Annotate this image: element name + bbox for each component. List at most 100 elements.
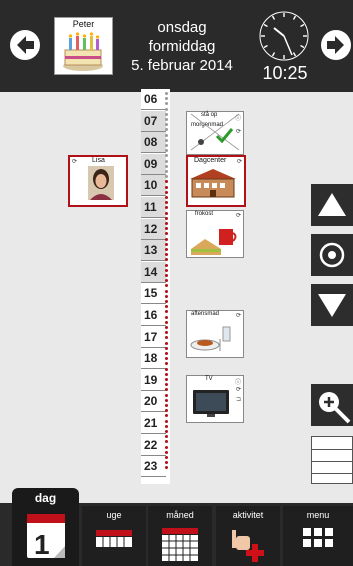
target-icon: [319, 242, 345, 268]
svg-text:1: 1: [34, 529, 50, 560]
progress-dot: [165, 190, 168, 194]
next-day-button[interactable]: [321, 30, 351, 60]
previous-day-button[interactable]: [10, 30, 40, 60]
hour-label: 11: [141, 197, 166, 218]
progress-dot: [165, 456, 168, 459]
progress-dot: [165, 216, 168, 220]
progress-dot: [165, 326, 168, 329]
tab-month[interactable]: måned: [148, 506, 212, 566]
activity-frokost[interactable]: frokost ⟳: [186, 210, 244, 258]
hand-plus-icon: [232, 530, 264, 562]
progress-dot: [165, 112, 168, 116]
progress-dot: [165, 138, 168, 142]
progress-dot: [165, 341, 168, 345]
arrow-right-icon: [327, 36, 344, 54]
date-display: onsdag formiddag 5. februar 2014: [116, 18, 248, 75]
progress-dot: [165, 300, 168, 303]
arrow-up-icon: [318, 193, 346, 216]
hour-label: 16: [141, 305, 166, 326]
progress-dot: [165, 398, 168, 402]
progress-dot: [165, 196, 168, 199]
sandwich-cup-icon: [191, 229, 237, 255]
progress-dot: [165, 164, 168, 168]
weekday-label: onsdag: [157, 19, 207, 36]
progress-dot: [165, 248, 168, 251]
birthday-cake-icon: [63, 32, 103, 71]
tab-menu-label: menu: [306, 510, 330, 520]
hour-label: 09: [141, 153, 166, 175]
digital-time: 10:25: [262, 63, 308, 83]
activity-dagcenter[interactable]: Dagcenter ⟳: [186, 155, 246, 207]
hour-label: 18: [141, 348, 166, 370]
progress-dot: [165, 320, 168, 324]
progress-dot: [165, 118, 168, 121]
progress-dot: [165, 419, 168, 423]
tab-day[interactable]: dag 1: [12, 488, 79, 566]
progress-dot: [165, 315, 168, 319]
progress-dot: [165, 170, 168, 173]
hour-label: 12: [141, 218, 166, 240]
progress-dot: [165, 274, 168, 277]
progress-dot: [165, 294, 168, 298]
activity-aftensmad[interactable]: aftensmad ⟳: [186, 310, 244, 358]
hour-label: 06: [141, 89, 166, 110]
progress-dot: [165, 144, 168, 147]
tab-activity-label: aktivitet: [232, 510, 264, 520]
hour-label: 19: [141, 369, 166, 391]
progress-dot: [165, 289, 168, 293]
hour-label: 17: [141, 326, 166, 348]
bed-check-icon: [190, 113, 240, 151]
part-of-day-label: formiddag: [148, 38, 216, 55]
tab-activity[interactable]: aktivitet: [216, 506, 280, 566]
hour-label: 15: [141, 283, 166, 305]
progress-dot: [165, 424, 168, 428]
profile-card[interactable]: Peter: [54, 17, 113, 75]
day-calendar-icon: 1: [27, 514, 65, 560]
dinner-plate-icon: [190, 326, 231, 351]
hour-label: 07: [141, 110, 166, 132]
person-photo: [88, 166, 114, 200]
hour-label: 10: [141, 175, 166, 197]
month-calendar-icon: [162, 528, 198, 561]
tab-day-label: dag: [34, 491, 57, 505]
list-view-button[interactable]: [311, 436, 353, 484]
progress-dot: [165, 450, 168, 454]
progress-dot: [165, 372, 168, 376]
progress-dot: [165, 92, 168, 95]
activity-lisa[interactable]: Lisa ⟳: [68, 155, 128, 207]
progress-dot: [165, 107, 168, 111]
hour-label: 21: [141, 413, 166, 434]
progress-dot: [165, 404, 168, 407]
television-icon: [193, 390, 229, 417]
tab-week-label: uge: [106, 510, 122, 520]
hour-label: 14: [141, 261, 166, 283]
tab-month-label: måned: [166, 510, 194, 520]
scroll-up-button[interactable]: [311, 184, 353, 226]
zoom-in-icon: [319, 392, 351, 424]
zoom-in-button[interactable]: [311, 384, 353, 426]
progress-dot: [165, 445, 168, 449]
progress-dot: [165, 378, 168, 381]
progress-dot: [165, 133, 168, 137]
activity-tv[interactable]: TV ⓘ ⟳ ⊐: [186, 375, 244, 423]
progress-dot: [165, 211, 168, 215]
arrow-left-icon: [17, 36, 34, 54]
tab-menu[interactable]: menu: [283, 506, 353, 566]
hour-label: 20: [141, 391, 166, 413]
grid-menu-icon: [303, 528, 333, 547]
progress-dot: [165, 263, 168, 267]
progress-dot: [165, 237, 168, 241]
progress-dot: [165, 352, 168, 355]
scroll-down-button[interactable]: [311, 284, 353, 326]
center-now-button[interactable]: [311, 234, 353, 276]
week-calendar-icon: [96, 530, 132, 547]
arrow-down-icon: [318, 294, 346, 317]
progress-dot: [165, 185, 168, 189]
progress-dot: [165, 346, 168, 350]
tab-week[interactable]: uge: [82, 506, 146, 566]
progress-dot: [165, 268, 168, 272]
hour-label: 22: [141, 434, 166, 456]
progress-dot: [165, 222, 168, 225]
activity-sta-op[interactable]: stå op morgenmad ⓘ ⟳: [186, 111, 244, 155]
hour-label: 23: [141, 456, 166, 478]
